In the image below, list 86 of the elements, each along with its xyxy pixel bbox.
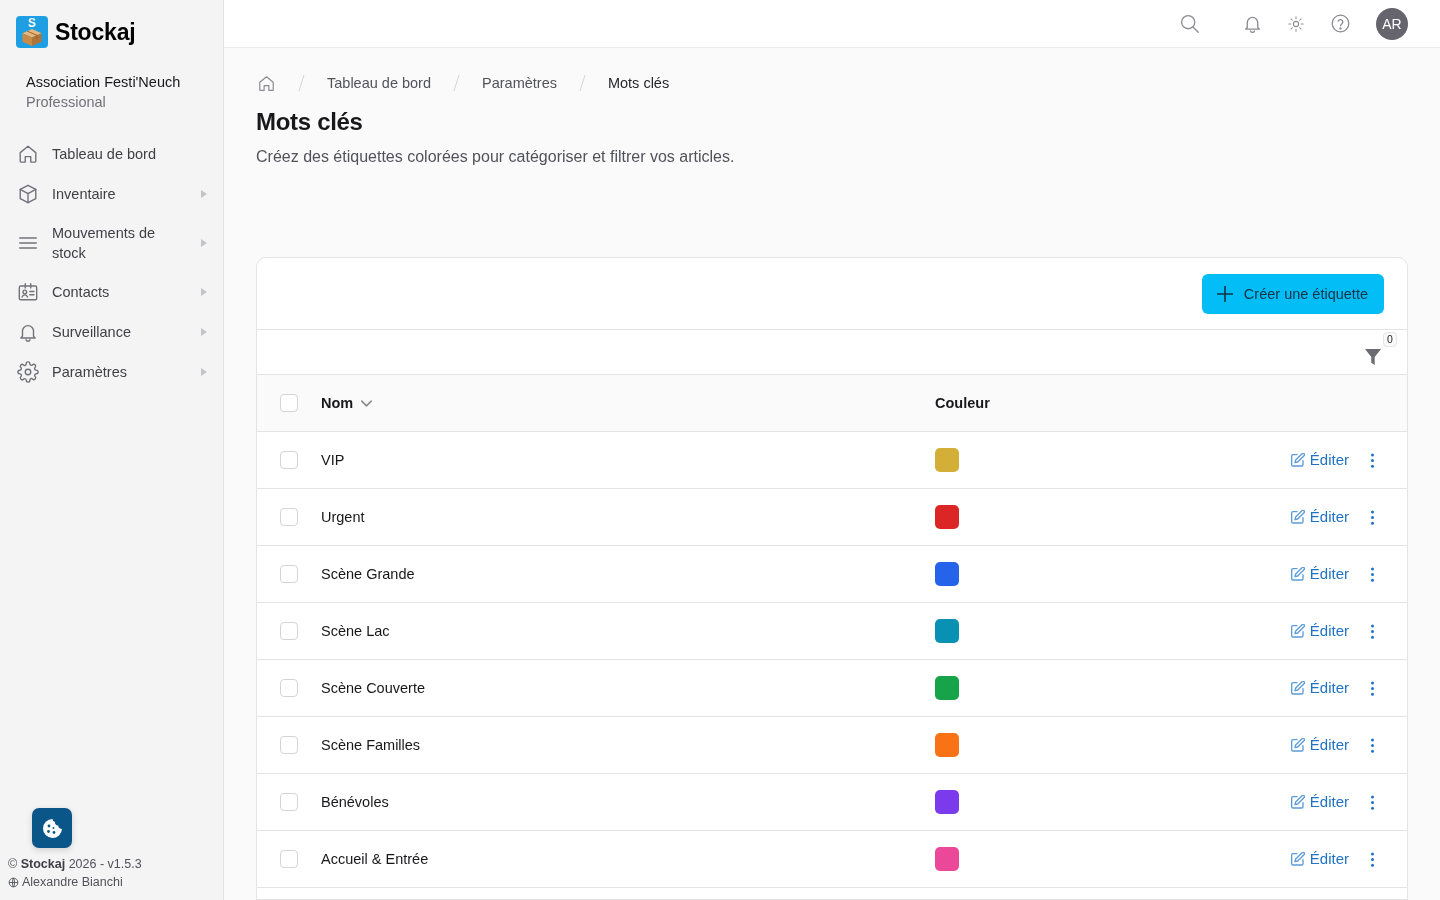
globe-icon — [8, 876, 19, 888]
pencil-square-icon — [1290, 795, 1305, 809]
pencil-square-icon — [1290, 681, 1305, 695]
pencil-square-icon — [1290, 738, 1305, 752]
checkbox[interactable] — [280, 451, 298, 469]
checkbox[interactable] — [280, 622, 298, 640]
vertical-dots-icon — [1370, 737, 1374, 753]
gear-icon — [17, 361, 39, 383]
edit-link[interactable]: Éditer — [1290, 735, 1349, 755]
home-icon — [17, 143, 39, 165]
vertical-dots-icon — [1370, 566, 1374, 582]
checkbox[interactable] — [280, 679, 298, 697]
pencil-square-icon — [1290, 624, 1305, 638]
edit-link[interactable]: Éditer — [1290, 507, 1349, 527]
table-cell-text: Accueil & Entrée — [321, 850, 429, 869]
table-cell-text: Urgent — [321, 508, 365, 527]
column-header[interactable]: Couleur — [935, 393, 990, 413]
caret-icon — [201, 368, 207, 376]
nav-item[interactable]: Paramètres — [8, 352, 215, 392]
slash-icon — [453, 75, 460, 91]
caret-icon — [201, 328, 207, 336]
caret-icon — [201, 190, 207, 198]
edit-link[interactable]: Éditer — [1290, 450, 1349, 470]
edit-link[interactable]: Éditer — [1290, 564, 1349, 584]
sun-icon — [1287, 14, 1305, 33]
table-cell-text: Scène Familles — [321, 736, 421, 755]
edit-link[interactable]: Éditer — [1290, 678, 1349, 698]
checkbox[interactable] — [280, 394, 298, 412]
nav-item[interactable]: Mouvements de stock — [8, 214, 215, 272]
pencil-square-icon — [1290, 510, 1305, 524]
vertical-dots-icon — [1370, 794, 1374, 810]
breadcrumb-link[interactable]: Tableau de bord — [327, 73, 431, 93]
vertical-dots-icon — [1370, 623, 1374, 639]
slash-icon — [578, 75, 586, 91]
pencil-square-icon — [1290, 453, 1305, 467]
checkbox[interactable] — [280, 736, 298, 754]
nav-item[interactable]: Inventaire — [8, 174, 215, 214]
cookie-button[interactable] — [32, 808, 72, 848]
table-cell-text: VIP — [321, 451, 345, 470]
caret-icon — [201, 288, 207, 296]
vertical-dots-icon — [1370, 680, 1374, 696]
app-name: Stockaj — [55, 18, 136, 47]
checkbox[interactable] — [280, 565, 298, 583]
caret-icon — [201, 239, 207, 247]
plan-name: Professional — [26, 93, 107, 112]
edit-link[interactable]: Éditer — [1290, 792, 1349, 812]
create-tag-button[interactable]: Créer une étiquette — [1201, 273, 1384, 314]
checkbox[interactable] — [280, 508, 298, 526]
table-cell-text: Scène Couverte — [321, 679, 425, 698]
copyright-text: © Stockaj 2026 - v1.5.3 — [8, 856, 143, 873]
cookie-icon — [42, 818, 62, 838]
table-cell-text: Bénévoles — [321, 793, 389, 812]
nav-item[interactable]: Surveillance — [8, 312, 215, 352]
pencil-square-icon — [1290, 852, 1305, 866]
plus-icon — [1216, 285, 1233, 302]
filter-count-badge: 0 — [1383, 332, 1397, 347]
slash-icon — [298, 75, 305, 91]
nav-item[interactable]: Contacts — [8, 272, 215, 312]
vertical-dots-icon — [1370, 452, 1374, 468]
help-icon — [1329, 13, 1351, 34]
search-icon — [1178, 13, 1200, 34]
breadcrumb-link[interactable]: Paramètres — [482, 73, 557, 93]
funnel-icon — [1365, 349, 1381, 365]
page-title: Mots clés — [256, 107, 364, 137]
vertical-dots-icon — [1370, 509, 1374, 525]
home-icon — [257, 73, 276, 93]
vertical-dots-icon — [1370, 851, 1374, 867]
page-description: Créez des étiquettes colorées pour catégoriser et filtrer vos articles. — [256, 147, 736, 167]
user-name: Alexandre Bianchi — [22, 874, 123, 891]
box-icon — [21, 29, 43, 46]
checkbox[interactable] — [280, 793, 298, 811]
home-link[interactable] — [256, 73, 276, 93]
cube-icon — [17, 183, 39, 205]
contact-card-icon — [17, 281, 39, 303]
table-cell-text: Scène Grande — [321, 565, 415, 584]
edit-link[interactable]: Éditer — [1290, 621, 1349, 641]
pencil-square-icon — [1290, 567, 1305, 581]
organization-name: Association Festi'Neuch — [26, 73, 182, 92]
column-header[interactable]: Nom — [321, 393, 354, 413]
nav-item[interactable]: Tableau de bord — [8, 134, 215, 174]
breadcrumb-current: Mots clés — [607, 74, 670, 93]
table-cell-text: Scène Lac — [321, 622, 390, 641]
logo-letter: S — [28, 17, 36, 29]
checkbox[interactable] — [280, 850, 298, 868]
edit-link[interactable]: Éditer — [1290, 849, 1349, 869]
avatar-button[interactable]: AR — [1376, 7, 1408, 40]
